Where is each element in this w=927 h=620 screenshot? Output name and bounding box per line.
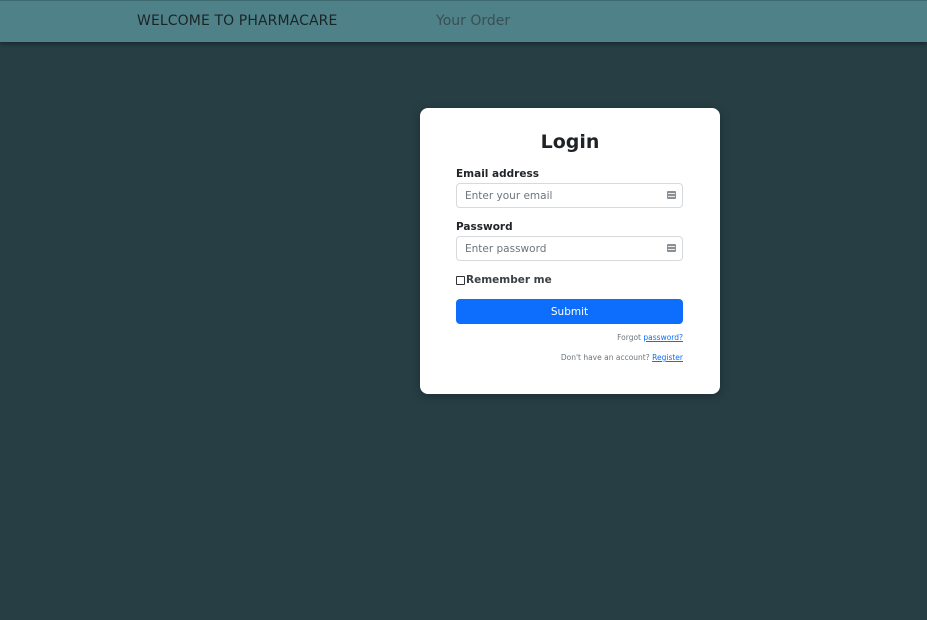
password-label: Password xyxy=(456,221,513,233)
password-input[interactable] xyxy=(457,237,665,260)
email-label: Email address xyxy=(456,168,539,180)
brand-title[interactable]: WELCOME TO PHARMACARE xyxy=(137,13,337,29)
register-line: Don't have an account? Register xyxy=(561,353,683,362)
submit-button[interactable]: Submit xyxy=(456,299,683,324)
register-prefix: Don't have an account? xyxy=(560,353,650,362)
register-link[interactable]: Register xyxy=(652,353,683,362)
password-field-wrapper xyxy=(456,236,683,261)
forgot-password-line: Forgot password? xyxy=(617,333,683,342)
login-title: Login xyxy=(540,131,600,153)
nav-link-your-order[interactable]: Your Order xyxy=(436,13,510,29)
forgot-prefix: Forgot xyxy=(617,333,642,342)
email-input[interactable] xyxy=(457,184,665,207)
forgot-password-link[interactable]: password? xyxy=(643,333,683,342)
email-field-wrapper xyxy=(456,183,683,208)
top-navbar: WELCOME TO PHARMACARE Your Order xyxy=(0,0,927,42)
id-card-icon[interactable] xyxy=(667,244,676,252)
id-card-icon[interactable] xyxy=(667,191,676,199)
remember-me-label[interactable]: Remember me xyxy=(466,274,552,286)
remember-me-row: Remember me xyxy=(456,274,552,286)
remember-me-checkbox[interactable] xyxy=(456,275,465,285)
login-card: Login Email address Password Remember me… xyxy=(420,108,720,394)
